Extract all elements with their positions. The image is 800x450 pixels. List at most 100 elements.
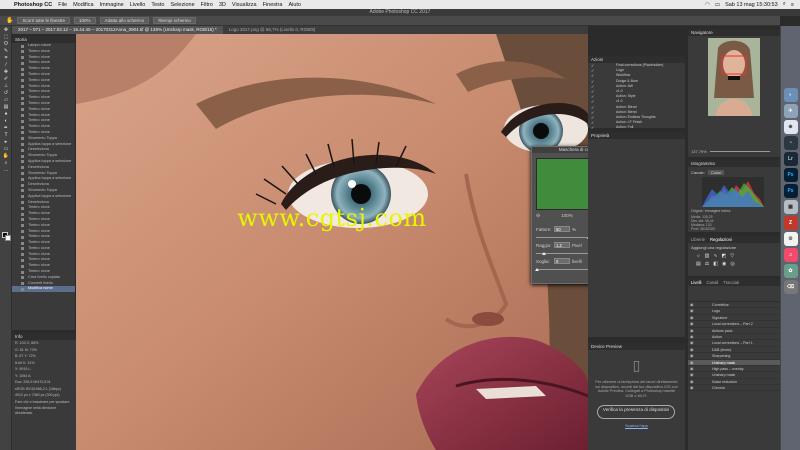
layer-row[interactable]: ◉ Chroma xyxy=(688,385,780,392)
menu-livello[interactable]: Livello xyxy=(130,2,146,8)
threshold-slider-knob[interactable] xyxy=(535,268,539,271)
shape-tool-icon[interactable]: ▭ xyxy=(0,145,12,152)
menu-file[interactable]: File xyxy=(58,2,67,8)
finder-icon[interactable]: ◐ xyxy=(783,88,798,102)
eraser-tool-icon[interactable]: ▱ xyxy=(0,96,12,103)
origin-select[interactable]: Immagine intera xyxy=(705,209,731,213)
gradient-tool-icon[interactable]: ▤ xyxy=(0,103,12,110)
channel-select[interactable]: Colori xyxy=(707,170,725,175)
doc-tab-logo[interactable]: Logo 2017.png @ 66,7% (Livello 0, RGB/8) xyxy=(223,26,322,34)
tab-livelli[interactable]: Livelli xyxy=(691,279,701,286)
layer-name: Signature xyxy=(712,315,728,320)
menu-visualizza[interactable]: Visualizza xyxy=(232,2,257,8)
launchpad-icon[interactable]: ✈ xyxy=(783,104,798,118)
zoom-tool-icon[interactable]: ⌕ xyxy=(0,159,12,166)
photoshop-2017-icon[interactable]: Ps xyxy=(783,184,798,198)
adobe-folder-icon[interactable]: ▦ xyxy=(783,200,798,214)
levels-icon[interactable]: ▥ xyxy=(705,253,710,259)
lasso-tool-icon[interactable]: ʘ xyxy=(0,40,12,47)
threshold-input[interactable]: 0 xyxy=(554,258,570,264)
background-color-swatch[interactable] xyxy=(5,235,11,241)
curves-icon[interactable]: ∿ xyxy=(713,253,717,259)
channel-mixer-icon[interactable]: ◎ xyxy=(730,261,734,267)
action-item[interactable]: ✓ Action: Full xyxy=(588,125,685,130)
app-menu[interactable]: Photoshop CC xyxy=(14,2,52,8)
more-tools-icon[interactable]: … xyxy=(0,166,12,173)
crop-tool-icon[interactable]: ⌗ xyxy=(0,54,12,61)
color-balance-icon[interactable]: ⚖ xyxy=(705,261,709,267)
battery-icon[interactable]: ▭ xyxy=(715,2,720,8)
move-tool-icon[interactable]: ✥ xyxy=(0,26,12,33)
amount-input[interactable]: 50 xyxy=(554,226,570,232)
tab-librerie[interactable]: Librerie xyxy=(691,236,705,243)
menu-filtro[interactable]: Filtro xyxy=(201,2,213,8)
healing-tool-icon[interactable]: ✚ xyxy=(0,68,12,75)
menu-modifica[interactable]: Modifica xyxy=(73,2,93,8)
filezilla-icon[interactable]: Z xyxy=(783,216,798,230)
trash-icon[interactable]: ⌫ xyxy=(783,280,798,294)
tab-canali[interactable]: Canali xyxy=(706,279,718,286)
visibility-eye-icon[interactable]: ◉ xyxy=(690,385,694,390)
history-item[interactable]: Modifica nome xyxy=(12,286,75,293)
menu-finestra[interactable]: Finestra xyxy=(263,2,283,8)
marquee-tool-icon[interactable]: ⬚ xyxy=(0,33,12,40)
navigator-zoom-slider[interactable] xyxy=(710,151,770,152)
download-app-link[interactable]: Scarica l'app xyxy=(588,423,685,428)
layer-name: Chroma xyxy=(712,386,725,391)
radius-slider-knob[interactable] xyxy=(542,252,546,255)
safari-icon[interactable]: ⊕ xyxy=(783,120,798,134)
tab-tracciati[interactable]: Tracciati xyxy=(723,279,739,286)
itunes-icon[interactable]: ♫ xyxy=(783,248,798,262)
hand-tool-icon[interactable]: ✋ xyxy=(6,17,13,24)
action-label: v1.0 xyxy=(616,99,623,104)
doc-tab-active[interactable]: 2017 – 071 – 2017.03.12 – 16.44.45 – 201… xyxy=(12,26,223,34)
menu-3d[interactable]: 3D xyxy=(219,2,226,8)
photoshop-icon[interactable]: Ps xyxy=(783,168,798,182)
vibrance-icon[interactable]: ▽ xyxy=(730,253,734,259)
hue-saturation-icon[interactable]: ▤ xyxy=(696,261,701,267)
pen-tool-icon[interactable]: ✒ xyxy=(0,124,12,131)
wifi-icon[interactable]: ◠ xyxy=(705,2,710,8)
dodge-tool-icon[interactable]: ◐ xyxy=(0,117,12,124)
type-tool-icon[interactable]: T xyxy=(0,131,12,138)
activity-icon[interactable]: ◔ xyxy=(783,136,798,150)
menu-list-icon[interactable]: ≡ xyxy=(791,2,794,8)
clock[interactable]: Sab 13 mag 15:30:53 xyxy=(725,2,778,8)
brightness-icon[interactable]: ☼ xyxy=(696,253,701,259)
hand-tool-icon[interactable]: ✋ xyxy=(0,152,12,159)
zoom-100-button[interactable]: 100% xyxy=(74,17,96,24)
search-icon[interactable]: ⌕ xyxy=(783,1,786,8)
brush-tool-icon[interactable]: ✐ xyxy=(0,75,12,82)
actions-title: Azioni xyxy=(588,56,685,63)
exposure-icon[interactable]: ◩ xyxy=(722,253,727,259)
layers-filter-bar[interactable] xyxy=(688,286,780,302)
info-line: l'immagine nella direzione desiderata. xyxy=(15,406,57,415)
tab-regolazioni[interactable]: Regolazioni xyxy=(710,236,732,243)
preferences-icon[interactable]: ⚙ xyxy=(783,232,798,246)
fit-screen-button[interactable]: Adatta allo schermo xyxy=(99,17,150,24)
menu-selezione[interactable]: Selezione xyxy=(170,2,194,8)
history-brush-tool-icon[interactable]: ↺ xyxy=(0,89,12,96)
clone-stamp-tool-icon[interactable]: ⊥ xyxy=(0,82,12,89)
photo-filter-icon[interactable]: ◉ xyxy=(722,261,726,267)
lightroom-icon[interactable]: Lr xyxy=(783,152,798,166)
check-devices-button[interactable]: Verifica la presenza di dispositivi xyxy=(597,405,675,419)
menu-aiuto[interactable]: Aiuto xyxy=(288,2,301,8)
zoom-out-icon[interactable]: ⊖ xyxy=(536,213,540,219)
eyedropper-tool-icon[interactable]: ⁄ xyxy=(0,61,12,68)
fill-screen-button[interactable]: Riempi schermo xyxy=(153,17,196,24)
photos-icon[interactable]: ✿ xyxy=(783,264,798,278)
scroll-all-windows-checkbox[interactable]: Scorri tutte le finestre xyxy=(17,17,71,24)
radius-input[interactable]: 1,2 xyxy=(554,242,570,248)
menu-immagine[interactable]: Immagine xyxy=(100,2,124,8)
menu-testo[interactable]: Testo xyxy=(151,2,164,8)
action-toggle-icon[interactable]: ✓ xyxy=(591,125,594,130)
black-white-icon[interactable]: ◧ xyxy=(713,261,718,267)
device-preview-text: Per ottenere un'anteprima dei lavori dir… xyxy=(595,380,678,398)
blur-tool-icon[interactable]: ● xyxy=(0,110,12,117)
document-canvas[interactable]: www.cgtsj.com xyxy=(76,34,588,450)
quick-select-tool-icon[interactable]: ✎ xyxy=(0,47,12,54)
navigator-thumbnail[interactable] xyxy=(708,38,760,116)
navigator-zoom[interactable]: 137,79% xyxy=(691,149,707,154)
path-select-tool-icon[interactable]: ▸ xyxy=(0,138,12,145)
